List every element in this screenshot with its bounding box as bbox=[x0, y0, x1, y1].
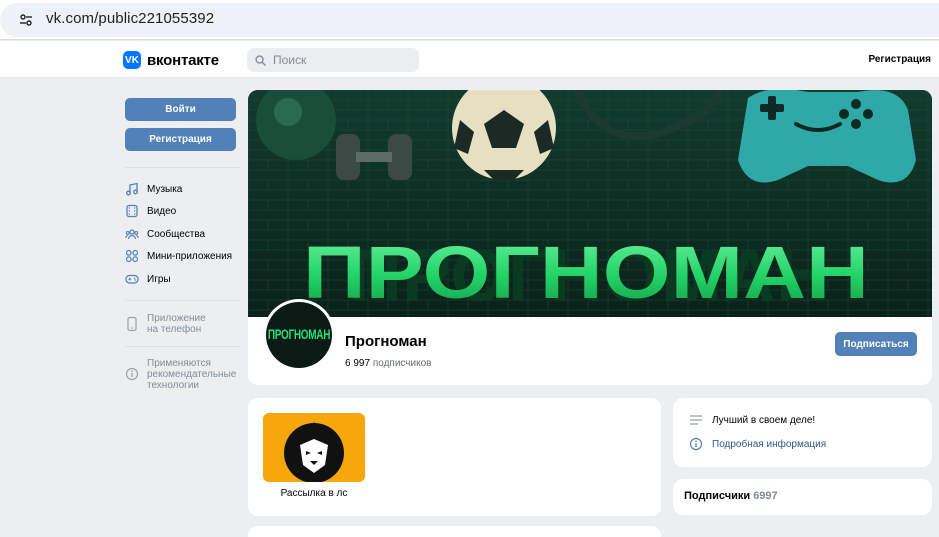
sidebar-item-games[interactable]: Игры bbox=[125, 270, 171, 288]
site-info-button[interactable] bbox=[13, 7, 39, 33]
sidebar-item-label: Игры bbox=[147, 273, 171, 285]
vk-logo-icon: VK bbox=[123, 51, 141, 69]
browser-toolbar: vk.com/public221055392 bbox=[0, 0, 939, 40]
wall-card bbox=[248, 526, 661, 537]
login-button[interactable]: Войти bbox=[125, 98, 236, 121]
sidebar-item-communities[interactable]: Сообщества bbox=[125, 225, 205, 243]
header-register-link[interactable]: Регистрация bbox=[868, 54, 931, 65]
info-card bbox=[673, 398, 932, 467]
tech-notice-line: Применяются bbox=[147, 358, 211, 369]
followers-header[interactable]: Подписчики 6997 bbox=[684, 490, 778, 502]
sidebar-item-label: Сообщества bbox=[147, 228, 206, 240]
album-caption[interactable]: Рассылка в лс bbox=[263, 488, 365, 499]
cover-title: ПРОГНОМАН bbox=[303, 231, 869, 314]
info-icon bbox=[689, 437, 703, 451]
sidebar-item-music[interactable]: Музыка bbox=[125, 180, 182, 198]
group-cover: ПРОГНОМАН ПРОГНОМАН bbox=[248, 90, 932, 322]
text-lines-icon bbox=[690, 415, 702, 425]
subscribe-button[interactable]: Подписаться bbox=[835, 332, 917, 356]
group-status: Лучший в своем деле! bbox=[712, 414, 816, 426]
app-promo-line: на телефон bbox=[147, 324, 202, 335]
sidebar-item-label: Мини-приложения bbox=[147, 250, 233, 262]
search-icon bbox=[255, 54, 266, 66]
site-header: VK вконтакте Поиск Регистрация bbox=[0, 41, 939, 78]
communities-icon bbox=[125, 229, 139, 240]
apps-icon bbox=[125, 249, 139, 263]
vk-logo[interactable]: VK вконтакте bbox=[123, 51, 219, 69]
music-icon bbox=[126, 182, 138, 196]
group-avatar[interactable]: ПРОГНОМАН bbox=[263, 299, 335, 371]
info-icon bbox=[125, 367, 139, 381]
search-placeholder: Поиск bbox=[273, 53, 307, 67]
search-input[interactable]: Поиск bbox=[247, 48, 419, 72]
cover-artwork: ПРОГНОМАН ПРОГНОМАН bbox=[248, 90, 932, 322]
sidebar-divider bbox=[125, 167, 241, 168]
avatar-text: ПРОГНОМАН bbox=[267, 327, 331, 343]
group-header-card bbox=[248, 317, 932, 385]
album-thumbnail[interactable] bbox=[263, 413, 365, 482]
status-row: Лучший в своем деле! bbox=[689, 414, 815, 426]
phone-icon bbox=[127, 316, 137, 332]
sidebar-item-label: Видео bbox=[147, 205, 177, 217]
app-promo-link[interactable]: Приложение на телефон bbox=[125, 313, 206, 335]
sidebar-divider bbox=[125, 346, 241, 347]
avatar-image: ПРОГНОМАН bbox=[266, 302, 332, 368]
app-promo-line: Приложение bbox=[147, 313, 206, 324]
video-icon bbox=[126, 204, 138, 218]
subscribers-number: 6 997 bbox=[345, 358, 371, 369]
tech-notice-line: технологии bbox=[147, 380, 200, 391]
subscribers-label: подписчиков bbox=[372, 358, 432, 369]
recommendation-tech-notice[interactable]: Применяются рекомендательные технологии bbox=[125, 358, 236, 391]
subscribers-count[interactable]: 6 997 подписчиков bbox=[345, 358, 431, 369]
group-name: Прогноман bbox=[345, 333, 427, 350]
url-text[interactable]: vk.com/public221055392 bbox=[46, 10, 214, 27]
gamepad-icon bbox=[125, 274, 139, 284]
followers-title: Подписчики bbox=[684, 490, 751, 502]
sidebar-divider bbox=[125, 300, 241, 301]
followers-count: 6997 bbox=[753, 490, 778, 502]
sidebar-item-video[interactable]: Видео bbox=[125, 202, 176, 220]
register-button[interactable]: Регистрация bbox=[125, 128, 236, 151]
vk-logo-text: вконтакте bbox=[147, 51, 219, 69]
details-row[interactable]: Подробная информация bbox=[689, 437, 826, 451]
sidebar-item-mini-apps[interactable]: Мини-приложения bbox=[125, 247, 232, 265]
details-link[interactable]: Подробная информация bbox=[712, 439, 826, 450]
tech-notice-line: рекомендательные bbox=[147, 369, 237, 380]
tune-icon bbox=[20, 14, 32, 26]
sidebar-item-label: Музыка bbox=[147, 183, 183, 195]
lion-crown-icon bbox=[284, 421, 344, 482]
